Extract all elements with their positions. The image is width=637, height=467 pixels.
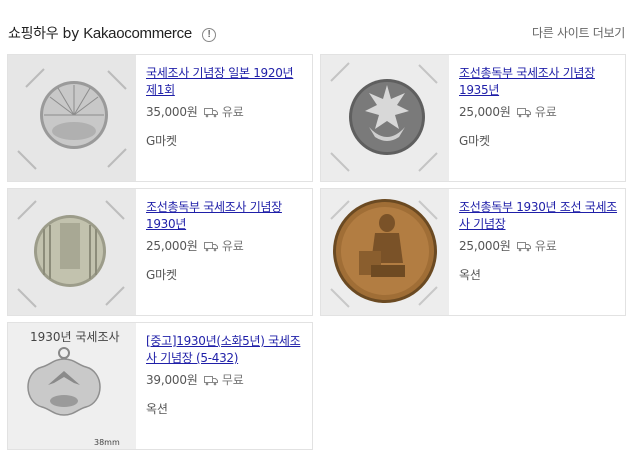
product-title[interactable]: 조선총독부 국세조사 기념장 1930년 [146, 199, 306, 233]
product-price: 39,000원 [146, 373, 198, 387]
mall-name: 옥션 [459, 268, 481, 282]
product-card[interactable]: 조선총독부 국세조사 기념장 1930년 25,000원 유료 G마켓 [7, 188, 313, 316]
product-thumbnail[interactable] [321, 55, 449, 181]
mall-name: G마켓 [459, 134, 490, 148]
product-title[interactable]: 조선총독부 1930년 조선 국세조사 기념장 [459, 199, 619, 233]
title-brand: Kakaocommerce [83, 25, 192, 42]
shipping-fee: 유료 [534, 239, 557, 253]
product-thumbnail[interactable]: 1930년 국세조사 38mm [8, 323, 136, 449]
product-price: 25,000원 [146, 239, 198, 253]
title-by: by [62, 26, 80, 42]
shipping-fee: 무료 [221, 373, 244, 387]
mall-name: G마켓 [146, 268, 177, 282]
title-shoppinghow: 쇼핑하우 [8, 26, 59, 42]
product-thumbnail[interactable] [8, 189, 136, 315]
product-title[interactable]: [중고]1930년(소화5년) 국세조사 기념장 (5-432) [146, 333, 306, 367]
mall-name: 옥션 [146, 402, 168, 416]
truck-icon [204, 242, 219, 252]
truck-icon [204, 108, 219, 118]
section-title: 쇼핑하우 by Kakaocommerce ! [8, 23, 217, 43]
truck-icon [204, 376, 219, 386]
product-title[interactable]: 조선총독부 국세조사 기념장 1935년 [459, 65, 619, 99]
product-price: 25,000원 [459, 239, 511, 253]
product-card[interactable]: 국세조사 기념장 일본 1920년 제1회 35,000원 유료 G마켓 [7, 54, 313, 182]
mall-name: G마켓 [146, 134, 177, 148]
header: 쇼핑하우 by Kakaocommerce ! 다른 사이트 더보기 [0, 0, 637, 50]
shipping-fee: 유료 [221, 105, 244, 119]
shipping-fee: 유료 [221, 239, 244, 253]
more-sites-link[interactable]: 다른 사이트 더보기 [532, 24, 625, 41]
shipping-fee: 유료 [534, 105, 557, 119]
product-thumbnail[interactable] [8, 55, 136, 181]
product-price: 25,000원 [459, 105, 511, 119]
handwriting-top: 1930년 국세조사 [30, 330, 120, 344]
info-icon[interactable]: ! [202, 28, 217, 42]
product-card[interactable]: 조선총독부 국세조사 기념장 1935년 25,000원 유료 G마켓 [320, 54, 626, 182]
truck-icon [517, 108, 532, 118]
product-card[interactable]: 1930년 국세조사 38mm [중고]1930년(소화5년) 국세조사 기념장… [7, 322, 313, 450]
handwriting-bottom: 38mm [94, 438, 120, 447]
product-title[interactable]: 국세조사 기념장 일본 1920년 제1회 [146, 65, 306, 99]
product-price: 35,000원 [146, 105, 198, 119]
product-thumbnail[interactable] [321, 189, 449, 315]
product-card[interactable]: 조선총독부 1930년 조선 국세조사 기념장 25,000원 유료 옥션 [320, 188, 626, 316]
truck-icon [517, 242, 532, 252]
